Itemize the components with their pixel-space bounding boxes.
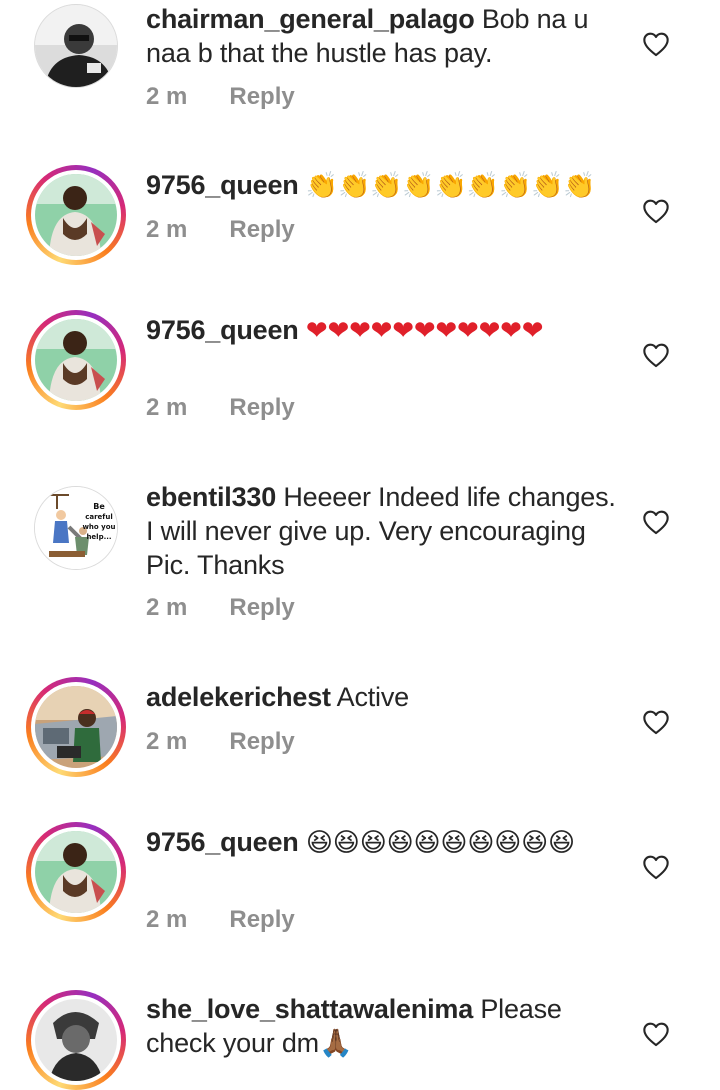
comment-text-block: 9756_queen ❤❤❤❤❤❤❤❤❤❤❤ [146, 313, 616, 348]
avatar-image [35, 686, 117, 768]
reply-button[interactable]: Reply [229, 594, 294, 621]
reply-button[interactable]: Reply [229, 216, 294, 243]
comment-timestamp: 2 m [146, 83, 188, 110]
avatar[interactable] [26, 0, 126, 96]
avatar-frame [31, 315, 121, 405]
comment-text-block: she_love_shattawalenima Please check you… [146, 992, 616, 1060]
reply-button[interactable]: Reply [229, 83, 294, 110]
like-heart-icon[interactable] [642, 342, 670, 368]
like-heart-icon[interactable] [642, 709, 670, 735]
avatar-image [35, 831, 117, 913]
avatar-frame [31, 170, 121, 260]
comment-timestamp: 2 m [146, 216, 188, 243]
avatar-image: Be careful who you help... [35, 487, 117, 569]
comment-meta: 2 m Reply [146, 594, 295, 622]
avatar-frame [31, 682, 121, 772]
avatar-frame: Be careful who you help... [34, 486, 118, 570]
comment-username[interactable]: adelekerichest [146, 682, 331, 712]
comment-timestamp: 2 m [146, 394, 188, 421]
comment-text-block: ebentil330 Heeeer Indeed life changes. I… [146, 480, 616, 582]
comment-username[interactable]: chairman_general_palago [146, 4, 475, 34]
comment-timestamp: 2 m [146, 906, 188, 933]
comment-text: Active [336, 682, 410, 712]
like-heart-icon[interactable] [642, 31, 670, 57]
comment-timestamp: 2 m [146, 594, 188, 621]
avatar-image [35, 999, 117, 1081]
like-heart-icon[interactable] [642, 198, 670, 224]
like-heart-icon[interactable] [642, 509, 670, 535]
reply-button[interactable]: Reply [229, 906, 294, 933]
reply-button[interactable]: Reply [229, 394, 294, 421]
avatar[interactable] [26, 165, 126, 265]
comment-text: 👏👏👏👏👏👏👏👏👏 [305, 171, 596, 201]
reply-button[interactable]: Reply [229, 728, 294, 755]
avatar-caption-text: Be [93, 502, 105, 511]
comment-text-block: 9756_queen 😆😆😆😆😆😆😆😆😆😆 [146, 825, 616, 860]
avatar[interactable] [26, 677, 126, 777]
avatar[interactable]: Be careful who you help... [26, 478, 126, 578]
svg-text:careful: careful [85, 513, 113, 521]
avatar-image [35, 5, 117, 87]
comment-username[interactable]: she_love_shattawalenima [146, 994, 473, 1024]
comment-text: ❤❤❤❤❤❤❤❤❤❤❤ [305, 316, 544, 346]
avatar-frame [31, 995, 121, 1085]
comment-text-block: adelekerichest Active [146, 680, 616, 714]
svg-text:who you: who you [82, 523, 115, 531]
like-heart-icon[interactable] [642, 854, 670, 880]
svg-text:help...: help... [86, 533, 111, 541]
comment-username[interactable]: ebentil330 [146, 482, 276, 512]
comment-meta: 2 m Reply [146, 906, 295, 934]
comment-username[interactable]: 9756_queen [146, 315, 299, 345]
comment-meta: 2 m Reply [146, 83, 295, 111]
comment-text-block: chairman_general_palago Bob na u naa b t… [146, 2, 616, 70]
comment-username[interactable]: 9756_queen [146, 170, 299, 200]
avatar-image [35, 319, 117, 401]
comment-meta: 2 m Reply [146, 394, 295, 422]
avatar[interactable] [26, 990, 126, 1090]
avatar-frame [31, 827, 121, 917]
comment-meta: 2 m Reply [146, 216, 295, 244]
comment-username[interactable]: 9756_queen [146, 827, 299, 857]
avatar[interactable] [26, 310, 126, 410]
avatar-frame [34, 4, 118, 88]
comment-text-block: 9756_queen 👏👏👏👏👏👏👏👏👏 [146, 168, 616, 203]
comment-meta: 2 m Reply [146, 728, 295, 756]
comment-text: 😆😆😆😆😆😆😆😆😆😆 [305, 828, 575, 858]
avatar[interactable] [26, 822, 126, 922]
comment-timestamp: 2 m [146, 728, 188, 755]
avatar-image [35, 174, 117, 256]
like-heart-icon[interactable] [642, 1021, 670, 1047]
